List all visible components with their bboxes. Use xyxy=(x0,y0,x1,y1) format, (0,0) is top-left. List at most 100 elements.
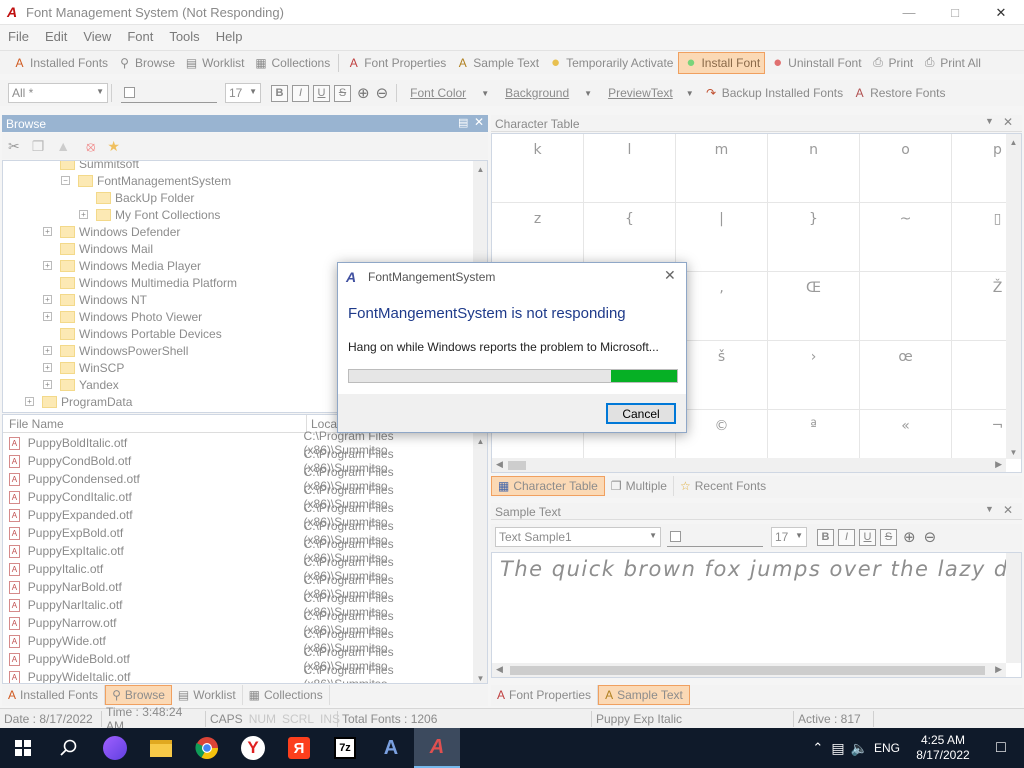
expand-icon[interactable]: + xyxy=(43,380,52,389)
strikethrough-button[interactable]: S xyxy=(880,528,897,546)
browse-button[interactable]: ⚲ Browse xyxy=(113,52,179,74)
yandex-browser-icon[interactable]: Y xyxy=(230,728,276,768)
expand-icon[interactable]: + xyxy=(43,261,52,270)
italic-button[interactable]: I xyxy=(838,528,855,546)
pin-icon[interactable]: ▤ xyxy=(458,116,468,129)
tab-recent-fonts[interactable]: ☆ Recent Fonts xyxy=(674,476,772,496)
tree-item[interactable]: + WindowsPowerShell xyxy=(43,342,188,359)
sample-font-field[interactable] xyxy=(667,527,763,547)
char-grid-hscroll[interactable]: ◀ ▶ xyxy=(492,458,1006,472)
tab-collections[interactable]: ▦ Collections xyxy=(243,685,330,705)
notification-icon[interactable]: □ xyxy=(978,739,1024,757)
expand-icon[interactable]: + xyxy=(43,312,52,321)
tab-sample-text[interactable]: A Sample Text xyxy=(598,685,690,705)
tree-item[interactable]: + WinSCP xyxy=(43,359,124,376)
tab-installed-fonts[interactable]: A Installed Fonts xyxy=(2,685,106,705)
character-cell[interactable]: | xyxy=(676,203,768,272)
zoom-in-icon[interactable]: ⊕ xyxy=(357,84,370,102)
character-cell[interactable]: š xyxy=(676,341,768,410)
tab-character-table[interactable]: ▦ Character Table xyxy=(491,476,605,496)
chevron-down-icon[interactable]: ▼ xyxy=(985,116,994,126)
chrome-icon[interactable] xyxy=(184,728,230,768)
zoom-in-icon[interactable]: ⊕ xyxy=(903,528,916,546)
close-panel-icon[interactable]: ✕ xyxy=(1003,115,1013,129)
collections-button[interactable]: ▦ Collections xyxy=(250,52,335,74)
delete-icon[interactable]: ⦻ xyxy=(86,138,95,155)
start-button[interactable] xyxy=(0,728,46,768)
tree-item[interactable]: + Windows Photo Viewer xyxy=(43,308,202,325)
expand-icon[interactable]: + xyxy=(43,346,52,355)
column-header-file-name[interactable]: File Name xyxy=(3,415,307,432)
language-indicator[interactable]: ENG xyxy=(874,741,900,755)
tree-item[interactable]: Windows Portable Devices xyxy=(43,325,222,342)
chevron-down-icon[interactable]: ▼ xyxy=(584,89,592,98)
character-cell[interactable]: ‚ xyxy=(676,272,768,341)
sample-text-button[interactable]: A Sample Text xyxy=(451,52,543,74)
tree-item[interactable]: + ProgramData xyxy=(25,393,132,410)
chevron-up-icon[interactable]: ⌃ xyxy=(812,740,823,756)
table-row[interactable]: A PuppyWideItalic.otf C:\Program Files (x8… xyxy=(9,663,477,683)
dialog-close-icon[interactable]: ✕ xyxy=(664,267,676,284)
collapse-icon[interactable]: − xyxy=(61,176,70,185)
expand-icon[interactable]: + xyxy=(43,363,52,372)
menu-edit[interactable]: Edit xyxy=(37,29,75,44)
file-list-scrollbar[interactable]: ▲ ▼ xyxy=(473,433,487,683)
tree-item[interactable]: Windows Mail xyxy=(43,240,153,257)
sample-text-area[interactable]: The quick brown fox jumps over the lazy … xyxy=(491,552,1022,678)
preview-text-button[interactable]: PreviewText xyxy=(604,82,677,104)
character-cell[interactable]: Œ xyxy=(768,272,860,341)
zoom-out-icon[interactable]: ⊖ xyxy=(376,84,389,102)
underline-button[interactable]: U xyxy=(859,528,876,546)
tree-item[interactable]: + Windows Defender xyxy=(43,223,180,240)
7zip-icon[interactable]: 7z xyxy=(322,728,368,768)
tree-item[interactable]: + Windows Media Player xyxy=(43,257,201,274)
file-explorer-icon[interactable] xyxy=(138,728,184,768)
menu-file[interactable]: File xyxy=(0,29,37,44)
print-all-button[interactable]: ⎙ Print All xyxy=(918,52,985,74)
strikethrough-button[interactable]: S xyxy=(334,84,351,102)
tree-item[interactable]: + Windows NT xyxy=(43,291,147,308)
close-panel-icon[interactable]: ✕ xyxy=(474,115,484,129)
maximize-button[interactable]: □ xyxy=(932,0,978,25)
expand-icon[interactable]: + xyxy=(43,227,52,236)
character-cell[interactable]: l xyxy=(584,134,676,203)
scissors-icon[interactable]: ✂ xyxy=(8,138,20,155)
clock[interactable]: 4:25 AM 8/17/2022 xyxy=(908,733,978,763)
character-cell[interactable] xyxy=(860,272,952,341)
font-color-button[interactable]: Font Color xyxy=(406,82,470,104)
tab-font-properties[interactable]: A Font Properties xyxy=(491,685,599,705)
menu-help[interactable]: Help xyxy=(208,29,251,44)
installed-fonts-button[interactable]: A Installed Fonts xyxy=(8,52,112,74)
font-filter-combo[interactable]: All * ▼ xyxy=(8,83,108,103)
sample-hscroll[interactable]: ◀ ▶ xyxy=(492,663,1006,677)
font-app-icon[interactable]: A xyxy=(368,728,414,768)
font-management-taskbar-icon[interactable]: A xyxy=(414,728,460,768)
sample-size-combo[interactable]: 17 ▼ xyxy=(771,527,807,547)
temporarily-activate-button[interactable]: ● Temporarily Activate xyxy=(544,52,677,74)
menu-font[interactable]: Font xyxy=(119,29,161,44)
new-folder-icon[interactable]: ★ xyxy=(107,138,120,155)
menu-tools[interactable]: Tools xyxy=(161,29,207,44)
close-button[interactable]: ✕ xyxy=(978,0,1024,25)
tab-multiple[interactable]: ❐ Multiple xyxy=(605,476,674,496)
close-panel-icon[interactable]: ✕ xyxy=(1003,503,1013,517)
tab-worklist[interactable]: ▤ Worklist xyxy=(172,685,243,705)
uninstall-font-button[interactable]: ● Uninstall Font xyxy=(766,52,865,74)
zoom-out-icon[interactable]: ⊖ xyxy=(924,528,937,546)
font-size-combo[interactable]: 17 ▼ xyxy=(225,83,261,103)
bold-button[interactable]: B xyxy=(271,84,288,102)
expand-icon[interactable]: + xyxy=(25,397,34,406)
tree-item[interactable]: − FontManagementSystem xyxy=(61,172,231,189)
character-cell[interactable]: ~ xyxy=(860,203,952,272)
tree-item[interactable]: Windows Multimedia Platform xyxy=(43,274,237,291)
chevron-down-icon[interactable]: ▼ xyxy=(481,89,489,98)
sample-vscroll[interactable] xyxy=(1006,553,1021,663)
tab-browse[interactable]: ⚲ Browse xyxy=(105,685,172,705)
character-cell[interactable]: k xyxy=(492,134,584,203)
cancel-button[interactable]: Cancel xyxy=(606,403,676,424)
chevron-down-icon[interactable]: ▼ xyxy=(985,504,994,514)
italic-button[interactable]: I xyxy=(292,84,309,102)
expand-icon[interactable]: + xyxy=(43,295,52,304)
character-cell[interactable]: o xyxy=(860,134,952,203)
copy-icon[interactable]: ❐ xyxy=(32,138,45,155)
